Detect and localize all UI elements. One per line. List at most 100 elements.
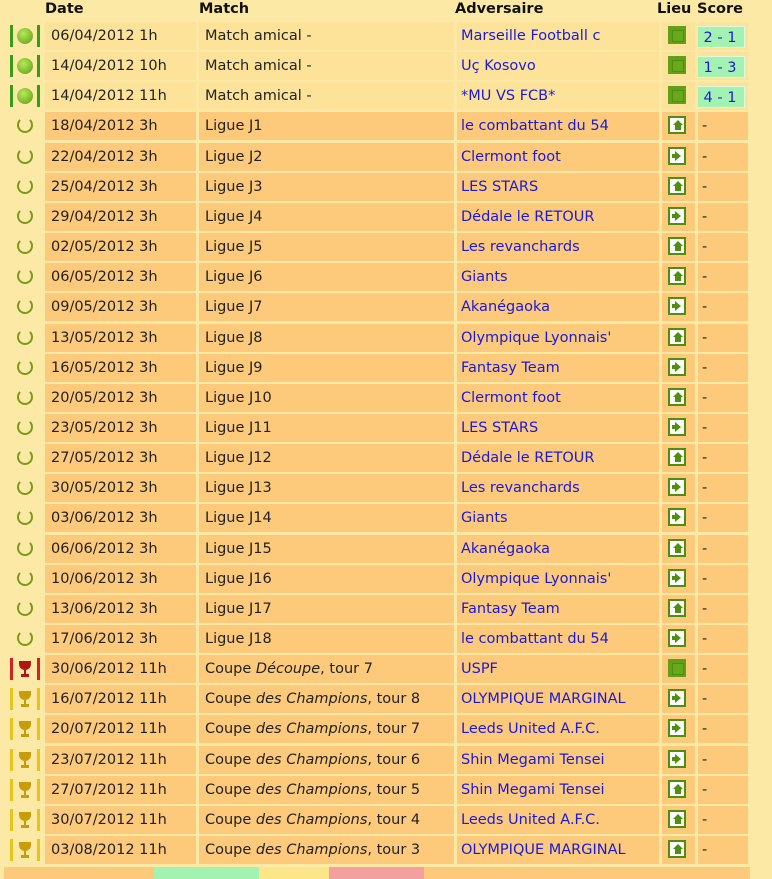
score-cell: - xyxy=(698,625,748,653)
opponent-link[interactable]: USPF xyxy=(457,655,659,684)
table-row[interactable]: 16/07/2012 11h Coupe des Champions, tour … xyxy=(4,685,750,714)
opponent-link[interactable]: Giants xyxy=(457,504,659,533)
opponent-link[interactable]: Marseille Football c xyxy=(457,22,659,50)
table-row[interactable]: 25/04/2012 3h Ligue J3 LES STARS - xyxy=(4,172,750,201)
score-badge[interactable]: 1 - 3 xyxy=(698,56,745,79)
table-row[interactable]: 23/05/2012 3h Ligue J11 LES STARS - xyxy=(4,413,750,442)
match-name-prefix: Coupe xyxy=(205,691,256,708)
league-laurel-icon xyxy=(10,628,40,650)
away-venue-icon xyxy=(668,146,686,165)
league-laurel-icon xyxy=(10,115,40,137)
table-row[interactable]: 13/05/2012 3h Ligue J8 Olympique Lyonnais'… xyxy=(4,323,750,352)
table-row[interactable]: 27/05/2012 3h Ligue J12 Dédale le RETOUR - xyxy=(4,444,750,473)
table-row[interactable]: 10/06/2012 3h Ligue J16 Olympique Lyonnais… xyxy=(4,564,750,593)
opponent-link[interactable]: Shin Megami Tensei xyxy=(457,775,659,804)
opponent-link[interactable]: Les revanchards xyxy=(457,474,659,503)
table-row[interactable]: 17/06/2012 3h Ligue J18 le combattant du 5… xyxy=(4,625,750,653)
table-row[interactable]: 30/06/2012 11h Coupe Découpe, tour 7 USPF - xyxy=(4,655,750,684)
table-row[interactable]: 22/04/2012 3h Ligue J2 Clermont foot - xyxy=(4,142,750,171)
opponent-link[interactable]: Uç Kosovo xyxy=(457,52,659,81)
table-row[interactable]: 30/07/2012 11h Coupe des Champions, tour … xyxy=(4,805,750,834)
match-name-prefix: Match amical - xyxy=(205,28,312,44)
match-name: Ligue J11 xyxy=(199,413,454,442)
match-name: Ligue J12 xyxy=(199,444,454,473)
match-name-prefix: Ligue J16 xyxy=(205,570,272,587)
opponent-link[interactable]: Akanégaoka xyxy=(457,534,659,563)
opponent-link[interactable]: le combattant du 54 xyxy=(457,625,659,653)
opponent-link[interactable]: LES STARS xyxy=(457,172,659,201)
cup-trophy-gold-icon xyxy=(10,839,40,862)
score-cell: - xyxy=(698,594,748,623)
table-row[interactable]: 13/06/2012 3h Ligue J17 Fantasy Team - xyxy=(4,594,750,623)
score-cell: - xyxy=(698,685,748,714)
opponent-link[interactable]: le combattant du 54 xyxy=(457,112,659,141)
opponent-link[interactable]: Fantasy Team xyxy=(457,353,659,382)
score-badge[interactable]: 2 - 1 xyxy=(698,26,745,48)
score-cell: 1 - 3 xyxy=(698,52,748,81)
opponent-link[interactable]: Akanégaoka xyxy=(457,293,659,322)
table-row[interactable]: 20/07/2012 11h Coupe des Champions, tour … xyxy=(4,715,750,744)
table-row[interactable]: 06/06/2012 3h Ligue J15 Akanégaoka - xyxy=(4,534,750,563)
cup-trophy-gold-icon xyxy=(10,688,40,711)
opponent-link[interactable]: Dédale le RETOUR xyxy=(457,202,659,231)
score-cell: - xyxy=(698,504,748,533)
opponent-link[interactable]: Dédale le RETOUR xyxy=(457,444,659,473)
score-text: - xyxy=(702,480,708,497)
table-row[interactable]: 14/04/2012 11h Match amical - *MU VS FCB* 4… xyxy=(4,82,750,111)
match-date: 03/06/2012 3h xyxy=(45,504,196,533)
table-row[interactable]: 03/08/2012 11h Coupe des Champions, tour … xyxy=(4,836,750,865)
score-text: - xyxy=(702,389,708,406)
opponent-link[interactable]: OLYMPIQUE MARGINAL xyxy=(457,836,659,865)
score-badge[interactable]: 4 - 1 xyxy=(698,86,745,109)
match-name-prefix: Ligue J10 xyxy=(205,389,272,406)
legend-draw-swatch xyxy=(259,867,329,879)
table-row[interactable]: 06/04/2012 1h Match amical - Marseille Foo… xyxy=(4,22,750,50)
opponent-link[interactable]: Fantasy Team xyxy=(457,594,659,623)
match-name: Ligue J2 xyxy=(199,142,454,171)
opponent-link[interactable]: Olympique Lyonnais' xyxy=(457,564,659,593)
opponent-link[interactable]: Les revanchards xyxy=(457,233,659,262)
opponent-link[interactable]: Clermont foot xyxy=(457,383,659,412)
away-venue-icon xyxy=(668,568,686,587)
opponent-link[interactable]: Giants xyxy=(457,263,659,292)
match-name-suffix: , tour 5 xyxy=(367,781,421,798)
match-name: Coupe des Champions, tour 6 xyxy=(199,745,454,774)
home-venue-icon xyxy=(668,809,686,828)
match-name: Coupe des Champions, tour 3 xyxy=(199,836,454,865)
friendly-match-icon xyxy=(10,55,40,78)
match-name-competition: des Champions xyxy=(255,842,368,859)
table-row[interactable]: 30/05/2012 3h Ligue J13 Les revanchards - xyxy=(4,474,750,503)
match-name: Coupe des Champions, tour 5 xyxy=(199,775,454,804)
opponent-link[interactable]: Shin Megami Tensei xyxy=(457,745,659,774)
match-name: Ligue J3 xyxy=(199,172,454,201)
opponent-link[interactable]: LES STARS xyxy=(457,413,659,442)
opponent-link[interactable]: Leeds United A.F.C. xyxy=(457,805,659,834)
opponent-link[interactable]: Leeds United A.F.C. xyxy=(457,715,659,744)
table-row[interactable]: 14/04/2012 10h Match amical - Uç Kosovo 1 -… xyxy=(4,52,750,81)
match-name-prefix: Ligue J4 xyxy=(205,208,263,225)
header-date: Date xyxy=(45,1,84,17)
opponent-link[interactable]: Olympique Lyonnais' xyxy=(457,323,659,352)
table-row[interactable]: 02/05/2012 3h Ligue J5 Les revanchards - xyxy=(4,233,750,262)
match-name-prefix: Ligue J1 xyxy=(205,118,263,135)
table-row[interactable]: 27/07/2012 11h Coupe des Champions, tour … xyxy=(4,775,750,804)
league-laurel-icon xyxy=(10,447,40,469)
table-row[interactable]: 18/04/2012 3h Ligue J1 le combattant du 54… xyxy=(4,112,750,141)
away-venue-icon xyxy=(668,689,686,708)
match-name-suffix: , tour 7 xyxy=(320,661,373,678)
table-row[interactable]: 06/05/2012 3h Ligue J6 Giants - xyxy=(4,263,750,292)
match-date: 20/07/2012 11h xyxy=(45,715,196,744)
table-row[interactable]: 20/05/2012 3h Ligue J10 Clermont foot - xyxy=(4,383,750,412)
table-row[interactable]: 23/07/2012 11h Coupe des Champions, tour … xyxy=(4,745,750,774)
opponent-link[interactable]: *MU VS FCB* xyxy=(457,82,659,111)
table-row[interactable]: 29/04/2012 3h Ligue J4 Dédale le RETOUR - xyxy=(4,202,750,231)
score-cell: - xyxy=(698,745,748,774)
table-row[interactable]: 16/05/2012 3h Ligue J9 Fantasy Team - xyxy=(4,353,750,382)
score-text: - xyxy=(702,148,708,165)
match-date: 25/04/2012 3h xyxy=(45,172,196,201)
opponent-link[interactable]: OLYMPIQUE MARGINAL xyxy=(457,685,659,714)
opponent-link[interactable]: Clermont foot xyxy=(457,142,659,171)
table-row[interactable]: 09/05/2012 3h Ligue J7 Akanégaoka - xyxy=(4,293,750,322)
table-row[interactable]: 03/06/2012 3h Ligue J14 Giants - xyxy=(4,504,750,533)
played-venue-icon xyxy=(668,86,686,105)
